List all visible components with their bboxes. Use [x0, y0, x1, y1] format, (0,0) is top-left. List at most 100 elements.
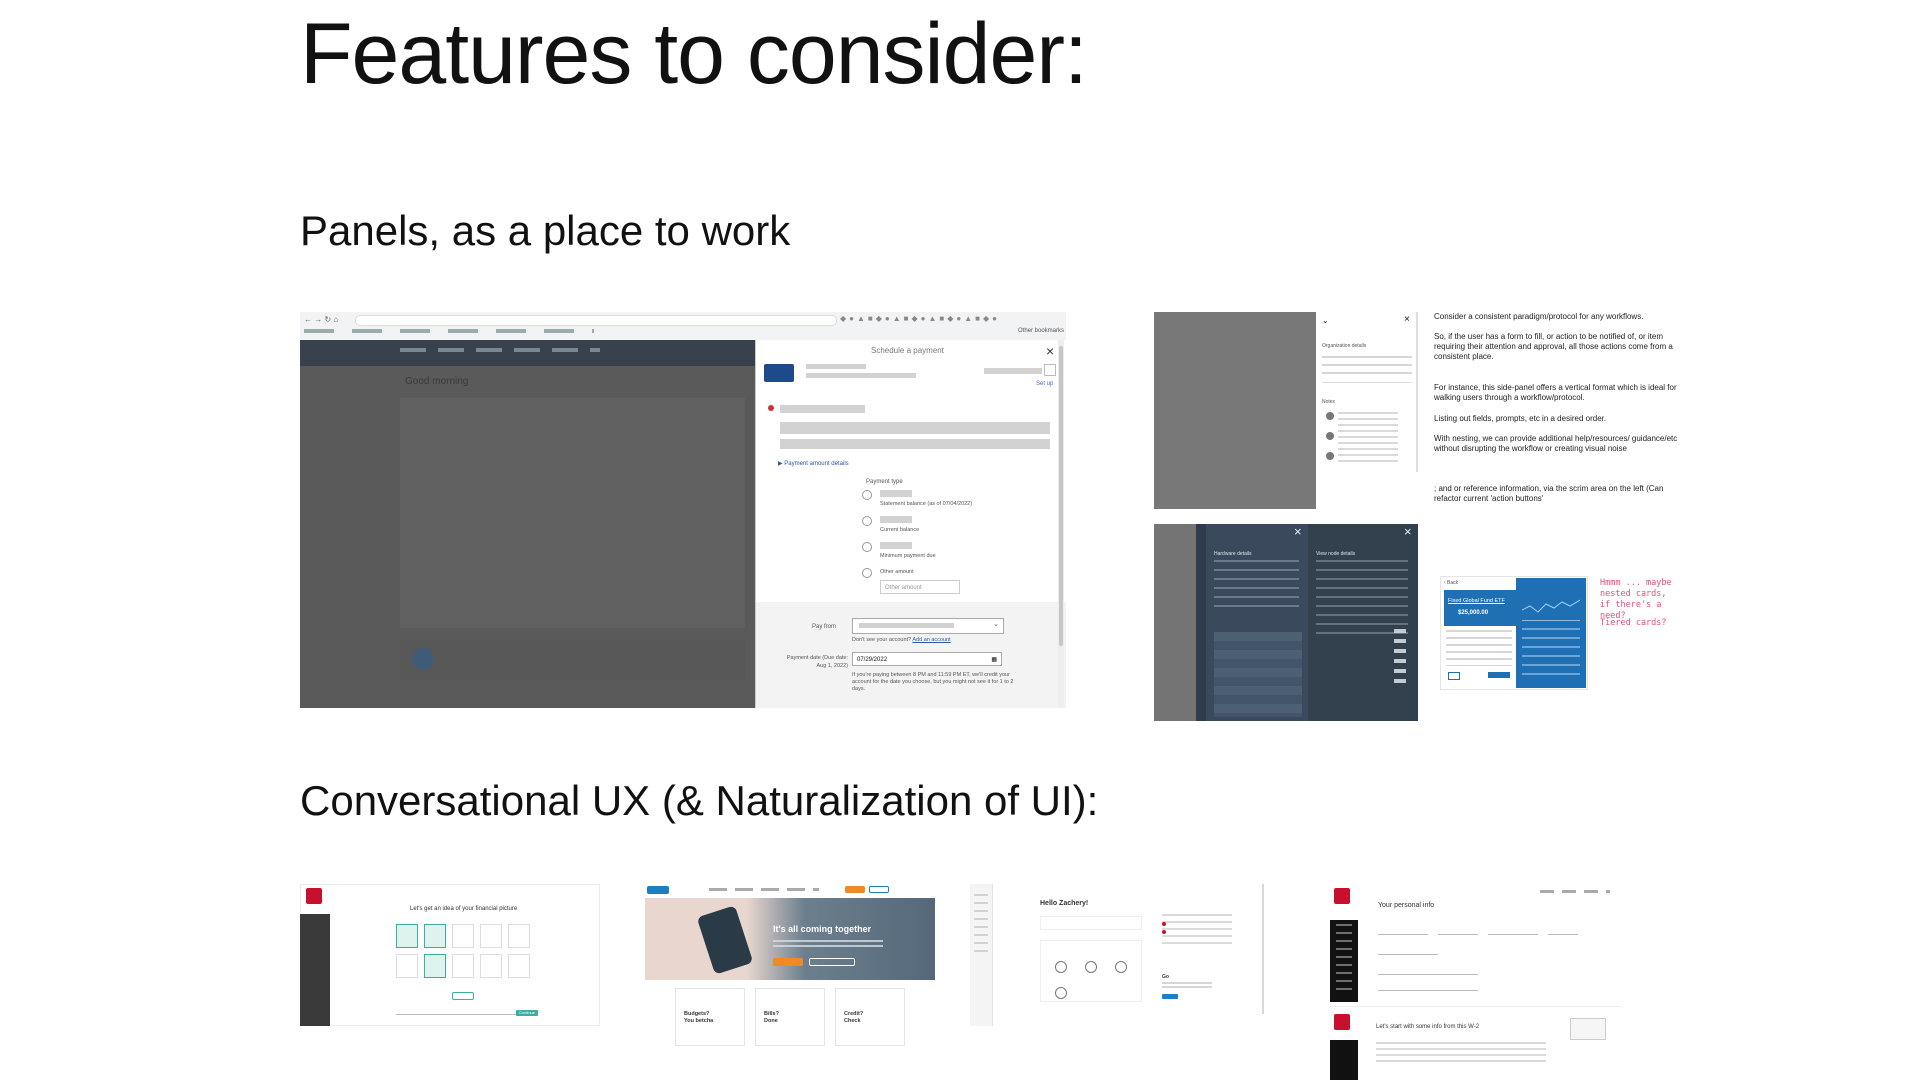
- option-tile[interactable]: [452, 924, 474, 948]
- back-chevron-icon[interactable]: ⌄: [1322, 316, 1329, 325]
- close-icon[interactable]: ×: [1404, 524, 1412, 539]
- page-title: Features to consider:: [300, 6, 1088, 102]
- text-field[interactable]: [1378, 984, 1478, 991]
- secondary-cta-button[interactable]: [809, 958, 855, 966]
- close-icon[interactable]: ×: [1404, 314, 1410, 325]
- w2-form-image: [1570, 1018, 1606, 1040]
- setup-link[interactable]: Set up: [1036, 380, 1053, 389]
- greeting: Hello Zachery!: [1040, 900, 1089, 907]
- toggle-switches[interactable]: [1394, 629, 1406, 689]
- other-amount-input[interactable]: Other amount: [880, 580, 960, 594]
- close-icon[interactable]: ×: [1046, 343, 1054, 359]
- note-paragraph: So, if the user has a form to fill, or a…: [1434, 332, 1673, 361]
- back-link[interactable]: ‹ Back: [1444, 580, 1458, 586]
- text-field[interactable]: [1378, 948, 1438, 955]
- panel-title: Schedule a payment: [871, 346, 944, 355]
- option-tile[interactable]: [424, 954, 446, 978]
- feature-card-title: Bills? Done: [764, 1011, 779, 1024]
- submit-button[interactable]: [1488, 672, 1510, 678]
- pay-from-label: Pay from: [812, 624, 837, 630]
- feature-card[interactable]: Credit? Check: [835, 988, 905, 1046]
- text-field[interactable]: [1378, 928, 1428, 935]
- collapsed-rail[interactable]: [1196, 524, 1206, 721]
- action-icon[interactable]: [1055, 961, 1067, 973]
- option-current: Current balance: [880, 527, 920, 533]
- section-heading-conversational: Conversational UX (& Naturalization of U…: [300, 777, 1099, 824]
- fund-value: $25,000.00: [1458, 610, 1489, 616]
- node-panel: × View node details: [1308, 524, 1418, 721]
- option-tile[interactable]: [396, 924, 418, 948]
- close-icon[interactable]: ×: [1294, 524, 1302, 539]
- payment-date-input[interactable]: 07/29/2022 ▦: [852, 652, 1002, 666]
- sidebar: [1330, 1040, 1358, 1080]
- avatar: [1326, 452, 1334, 460]
- calendar-icon[interactable]: ▦: [991, 653, 997, 667]
- sidebar: [300, 914, 330, 1026]
- text-field[interactable]: [1488, 928, 1538, 935]
- phone-image: [696, 905, 754, 975]
- nested-card[interactable]: [1516, 578, 1586, 688]
- pay-from-select[interactable]: ⌄: [852, 618, 1004, 634]
- sidebar: [1330, 920, 1358, 1002]
- screenshot-org-panel: ⌄ × Organization details Notes: [1154, 312, 1419, 509]
- option-tile[interactable]: [480, 954, 502, 978]
- action-button[interactable]: [1162, 994, 1178, 999]
- option-tile[interactable]: [396, 954, 418, 978]
- info-icon[interactable]: [1044, 364, 1056, 376]
- note-paragraph: For instance, this side-panel offers a v…: [1434, 383, 1677, 402]
- add-account-link[interactable]: Add an account: [912, 637, 950, 643]
- hardware-details-label: Hardware details: [1214, 551, 1252, 557]
- sign-up-button[interactable]: [845, 886, 865, 893]
- w2-title: Let's start with some info from this W-2: [1376, 1024, 1480, 1030]
- scrim-overlay[interactable]: Good morning: [300, 340, 755, 708]
- text-field[interactable]: [1438, 928, 1478, 935]
- radio-current-balance[interactable]: [862, 516, 872, 526]
- radio-minimum-due[interactable]: [862, 542, 872, 552]
- payment-date-label: Payment date (Due date: Aug 1, 2022): [786, 655, 848, 669]
- notes-label: Notes: [1322, 399, 1336, 405]
- avatar: [1326, 412, 1334, 420]
- section-caption: Go: [1162, 974, 1169, 980]
- avatar: [1326, 432, 1334, 440]
- continue-button[interactable]: Continue: [516, 1010, 538, 1016]
- option-grid: [396, 924, 536, 984]
- more-button[interactable]: [452, 992, 474, 1000]
- screenshot-all-coming-together: It's all coming together Budgets? You be…: [645, 884, 935, 1046]
- option-tile[interactable]: [508, 954, 530, 978]
- option-tile[interactable]: [480, 924, 502, 948]
- cta-button[interactable]: [773, 958, 803, 966]
- option-tile[interactable]: [452, 954, 474, 978]
- scrim-area[interactable]: [1154, 312, 1316, 509]
- feature-card-title: Budgets? You betcha: [684, 1011, 714, 1024]
- chevron-down-icon: ⌄: [993, 621, 999, 628]
- text-field[interactable]: [1548, 928, 1578, 935]
- action-icon[interactable]: [1055, 987, 1067, 999]
- panel-scrollbar[interactable]: [1059, 346, 1063, 646]
- address-bar[interactable]: [355, 315, 837, 326]
- sign-in-button[interactable]: [869, 886, 889, 893]
- payment-type-label: Payment type: [866, 479, 903, 485]
- note-paragraph: ; and or reference information, via the …: [1434, 484, 1664, 503]
- feature-card[interactable]: Budgets? You betcha: [675, 988, 745, 1046]
- radio-statement-balance[interactable]: [862, 490, 872, 500]
- radio-other-amount[interactable]: [862, 568, 872, 578]
- section-heading-panels: Panels, as a place to work: [300, 207, 791, 254]
- action-icon[interactable]: [1115, 961, 1127, 973]
- action-icon[interactable]: [1085, 961, 1097, 973]
- screenshot-hello-dashboard: Hello Zachery! Go: [970, 884, 1270, 1026]
- feature-card[interactable]: Bills? Done: [755, 988, 825, 1046]
- other-bookmarks[interactable]: Other bookmarks: [1018, 327, 1064, 336]
- payment-details-toggle[interactable]: ▶ Payment amount details: [778, 460, 849, 469]
- cancel-button[interactable]: [1448, 672, 1460, 680]
- fund-title[interactable]: Fixed Global Fund ETF: [1448, 598, 1505, 604]
- org-details-label: Organization details: [1322, 343, 1367, 349]
- extension-icons: ◆●▲■◆●▲■◆●▲■◆●▲■◆●: [840, 314, 1000, 323]
- text-field[interactable]: [1378, 968, 1478, 975]
- screenshot-schedule-payment: ← → ↻ ⌂ ◆●▲■◆●▲■◆●▲■◆●▲■◆● Other bookmar…: [300, 312, 1066, 708]
- option-minimum: Minimum payment due: [880, 553, 936, 559]
- option-tile[interactable]: [424, 924, 446, 948]
- brand-logo: [647, 886, 669, 894]
- option-tile[interactable]: [508, 924, 530, 948]
- fund-card[interactable]: Fixed Global Fund ETF $25,000.00: [1444, 590, 1519, 626]
- note-paragraph: With nesting, we can provide additional …: [1434, 434, 1678, 453]
